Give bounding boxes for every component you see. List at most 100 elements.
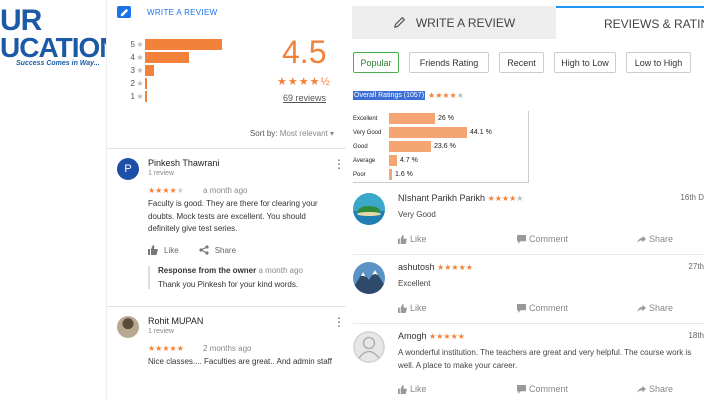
histogram-value: 26 %: [438, 115, 454, 122]
reviewer-name[interactable]: Amogh ★★★★★: [398, 331, 465, 341]
histogram-label: Average: [353, 157, 376, 164]
review-card: ashutosh ★★★★★ 27th Excellent Like Comme…: [353, 262, 704, 324]
tab-reviews-ratings-label: REVIEWS & RATINGS: [604, 16, 704, 31]
review-tabs: WRITE A REVIEW REVIEWS & RATINGS: [352, 6, 704, 39]
distribution-row: 1 ★: [127, 90, 222, 103]
comment-button[interactable]: Comment: [517, 384, 568, 394]
like-label: Like: [410, 234, 427, 244]
avatar[interactable]: [353, 193, 385, 225]
histogram-value: 44.1 %: [470, 129, 492, 136]
distribution-star-label: 5: [130, 40, 135, 49]
histogram-row: Average 4.7 %: [353, 155, 418, 166]
sort-value: Most relevant ▾: [279, 129, 334, 138]
divider: [107, 148, 346, 149]
more-options-icon[interactable]: ⋮: [333, 316, 345, 328]
filter-high-to-low[interactable]: High to Low: [554, 52, 616, 73]
mountain-avatar-icon: [353, 262, 385, 294]
comment-label: Comment: [529, 234, 569, 244]
comment-icon: [517, 234, 526, 244]
reviewer-review-count: 1 review: [148, 170, 175, 177]
reviewer-name-text: Amogh: [398, 331, 427, 341]
stars-filled: ★★★★: [428, 91, 457, 100]
share-label: Share: [214, 245, 237, 255]
review-text: A wonderful institution. The teachers ar…: [398, 348, 692, 370]
histogram-row: Good 23.6 %: [353, 141, 456, 152]
distribution-bar: [145, 39, 222, 50]
review-time: a month ago: [203, 186, 248, 195]
comment-icon: [517, 303, 526, 313]
filter-low-to-high[interactable]: Low to High: [626, 52, 691, 73]
like-button[interactable]: Like: [398, 384, 427, 394]
more-options-icon[interactable]: ⋮: [333, 158, 345, 170]
reviewer-name[interactable]: Pinkesh Thawrani: [148, 158, 219, 168]
histogram-value: 23.6 %: [434, 143, 456, 150]
owner-response-time: a month ago: [258, 266, 303, 275]
review-count-link[interactable]: 69 reviews: [283, 93, 326, 103]
histogram-row: Very Good 44.1 %: [353, 127, 492, 138]
like-button[interactable]: Like: [398, 303, 427, 313]
review-card: NIshant Parikh Parikh ★★★★★ 16th D Very …: [353, 193, 704, 255]
overall-ratings-label: Overall Ratings (1057): [353, 91, 426, 100]
review-filters: Popular Friends Rating Recent High to Lo…: [353, 52, 701, 73]
distribution-row: 5 ★: [127, 38, 222, 51]
comment-button[interactable]: Comment: [517, 234, 568, 244]
share-button[interactable]: Share: [199, 245, 236, 255]
distribution-star-label: 4: [130, 53, 135, 62]
distribution-star-label: 3: [130, 66, 135, 75]
comment-label: Comment: [529, 303, 569, 313]
review-date: 27th: [688, 262, 704, 271]
review-stars: ★★★★★: [437, 263, 473, 272]
comment-icon: [517, 384, 526, 394]
star-icon: ★: [136, 66, 144, 75]
edit-icon: [117, 6, 131, 18]
histogram-bar: [389, 141, 431, 152]
stars-empty: ★: [176, 186, 184, 195]
like-button[interactable]: Like: [398, 234, 427, 244]
average-rating: 4.5: [282, 34, 327, 70]
distribution-row: 4 ★: [127, 51, 222, 64]
share-button[interactable]: Share: [637, 234, 673, 244]
comment-label: Comment: [529, 384, 569, 394]
share-icon: [199, 245, 209, 255]
sort-dropdown[interactable]: Sort by: Most relevant ▾: [250, 129, 334, 138]
google-reviews-panel: WRITE A REVIEW 5 ★ 4 ★ 3 ★ 2 ★ 1 ★ 4.5 ★: [106, 0, 346, 400]
avatar[interactable]: [353, 331, 385, 363]
sort-label: Sort by:: [249, 129, 278, 138]
histogram-bar: [389, 113, 435, 124]
comment-button[interactable]: Comment: [517, 303, 568, 313]
filter-recent[interactable]: Recent: [499, 52, 544, 73]
like-label: Like: [164, 245, 179, 255]
overall-ratings: Overall Ratings (1057) ★★★★★: [353, 91, 464, 100]
star-icon: ★: [136, 92, 144, 101]
review-text: Very Good: [398, 210, 436, 219]
filter-friends-rating[interactable]: Friends Rating: [409, 52, 489, 73]
histogram-label: Very Good: [353, 129, 382, 136]
logo-tagline: Success Comes in Way...: [16, 60, 100, 67]
island-avatar-icon: [353, 193, 385, 225]
review-stars: ★★★★★: [488, 194, 524, 203]
share-button[interactable]: Share: [637, 303, 673, 313]
avatar[interactable]: [353, 262, 385, 294]
reviewer-name[interactable]: Rohit MUPAN: [148, 316, 203, 326]
filter-popular[interactable]: Popular: [353, 52, 399, 73]
write-review-label: WRITE A REVIEW: [147, 7, 218, 17]
tab-write-review[interactable]: WRITE A REVIEW: [352, 6, 556, 39]
like-label: Like: [410, 384, 427, 394]
tab-write-review-label: WRITE A REVIEW: [415, 15, 516, 30]
distribution-star-label: 1: [130, 92, 135, 101]
avatar[interactable]: P: [117, 158, 139, 180]
star-icon: ★: [136, 79, 144, 88]
reviewer-name[interactable]: NIshant Parikh Parikh ★★★★★: [398, 193, 523, 203]
reviewer-name[interactable]: ashutosh ★★★★★: [398, 262, 473, 272]
share-button[interactable]: Share: [637, 384, 673, 394]
brand-logo: UR UCATION Success Comes in Way...: [0, 0, 106, 80]
stars-filled: ★★★★: [148, 186, 177, 195]
reviewer-review-count: 1 review: [148, 328, 175, 335]
avatar[interactable]: [117, 316, 139, 338]
like-button[interactable]: Like: [148, 245, 179, 255]
logo-line-2: UCATION: [0, 32, 106, 63]
review-time: 2 months ago: [203, 344, 252, 353]
distribution-bar: [145, 52, 189, 63]
write-review-link[interactable]: WRITE A REVIEW: [117, 4, 217, 20]
tab-reviews-ratings[interactable]: REVIEWS & RATINGS: [556, 6, 704, 39]
